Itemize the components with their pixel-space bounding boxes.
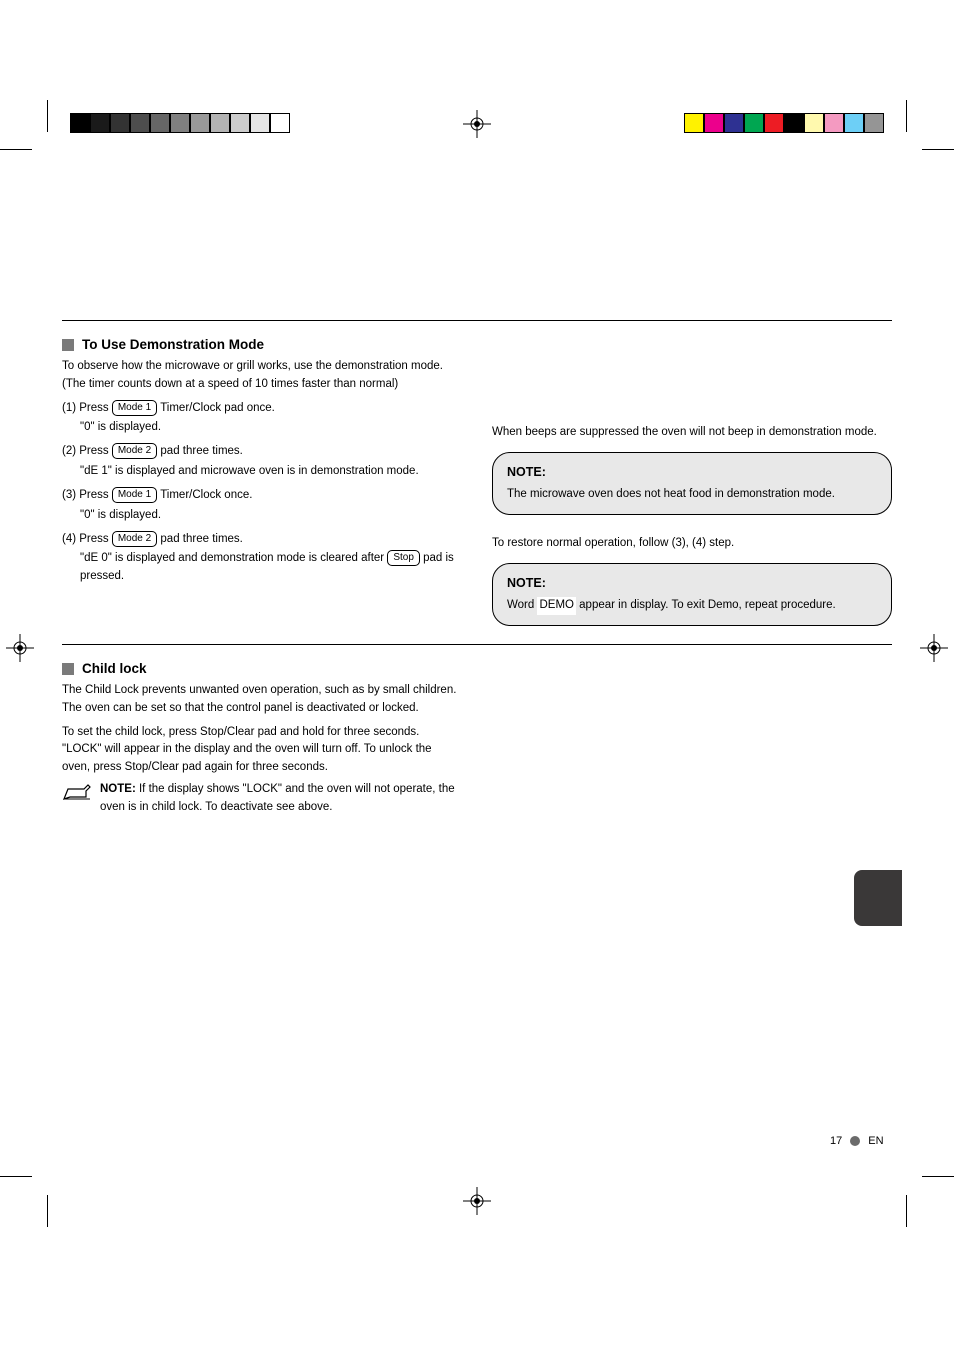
body-text: When beeps are suppressed the oven will … (492, 424, 892, 442)
color-swatches (684, 113, 884, 133)
section-header-childlock: Child lock (62, 661, 892, 676)
swatch (210, 113, 230, 133)
note-title: NOTE: (507, 463, 877, 482)
swatch (844, 113, 864, 133)
body-text: (4) Press (62, 533, 112, 545)
note-line: NOTE: If the display shows "LOCK" and th… (62, 781, 462, 817)
page-number-value: 17 (830, 1135, 842, 1147)
swatch (804, 113, 824, 133)
keycap-stop: Stop (387, 550, 420, 566)
section-rule (62, 320, 892, 321)
swatch (130, 113, 150, 133)
registration-mark-icon (463, 1187, 491, 1215)
section-header-demo: To Use Demonstration Mode (62, 337, 892, 352)
swatch (150, 113, 170, 133)
body-text: "0" is displayed. (62, 507, 462, 525)
registration-mark-icon (6, 634, 34, 662)
swatch (704, 113, 724, 133)
swatch (250, 113, 270, 133)
bullet-square-icon (62, 339, 74, 351)
crop-mark (0, 1176, 32, 1177)
crop-mark (47, 100, 48, 132)
grayscale-swatches (70, 113, 290, 133)
note-text: appear in display. To exit Demo, repeat … (576, 599, 836, 611)
body-text: pad three times. (160, 445, 242, 457)
keycap-mode2: Mode 2 (112, 531, 157, 547)
note-body: Word DEMO appear in display. To exit Dem… (507, 597, 877, 615)
swatch (190, 113, 210, 133)
side-tab (854, 870, 902, 926)
body-text: "dE 1" is displayed and microwave oven i… (62, 463, 462, 481)
crop-mark (47, 1195, 48, 1227)
body-text: Timer/Clock pad once. (160, 402, 275, 414)
swatch (230, 113, 250, 133)
body-text: (3) Press (62, 489, 112, 501)
registration-mark-icon (920, 634, 948, 662)
page-dot-icon (850, 1136, 860, 1146)
note-body: If the display shows "LOCK" and the oven… (100, 783, 455, 813)
section-rule (62, 644, 892, 645)
swatch (764, 113, 784, 133)
swatch (824, 113, 844, 133)
swatch (90, 113, 110, 133)
bullet-square-icon (62, 663, 74, 675)
pencil-note-icon (62, 781, 92, 808)
body-text: To restore normal operation, follow (3),… (492, 535, 892, 553)
note-label: NOTE: (100, 783, 136, 795)
note-box: NOTE: Word DEMO appear in display. To ex… (492, 563, 892, 626)
page-content: To Use Demonstration Mode To observe how… (62, 180, 892, 817)
crop-mark (0, 149, 32, 150)
childlock-left-column: The Child Lock prevents unwanted oven op… (62, 682, 462, 817)
demo-right-column: When beeps are suppressed the oven will … (492, 358, 892, 626)
note-text: NOTE: If the display shows "LOCK" and th… (100, 781, 462, 817)
swatch (784, 113, 804, 133)
body-text: "0" is displayed. (62, 419, 462, 437)
keycap-mode2: Mode 2 (112, 443, 157, 459)
swatch (170, 113, 190, 133)
body-text: To observe how the microwave or grill wo… (62, 358, 462, 394)
childlock-right-column (492, 682, 892, 817)
demo-left-column: To observe how the microwave or grill wo… (62, 358, 462, 626)
keycap-mode1: Mode 1 (112, 487, 157, 503)
note-title: NOTE: (507, 574, 877, 593)
swatch (864, 113, 884, 133)
swatch (744, 113, 764, 133)
crop-mark (906, 100, 907, 132)
body-text: pad three times. (160, 533, 242, 545)
body-text: (1) Press (62, 402, 112, 414)
note-text: Word (507, 599, 537, 611)
swatch (70, 113, 90, 133)
highlighted-word: DEMO (537, 597, 576, 615)
swatch (724, 113, 744, 133)
swatch (684, 113, 704, 133)
crop-mark (906, 1195, 907, 1227)
body-text: Timer/Clock once. (160, 489, 252, 501)
crop-mark (922, 149, 954, 150)
keycap-mode1: Mode 1 (112, 400, 157, 416)
crop-mark (922, 1176, 954, 1177)
swatch (270, 113, 290, 133)
page-number: 17 EN (830, 1135, 884, 1147)
page-lang: EN (868, 1135, 883, 1147)
body-text: To set the child lock, press Stop/Clear … (62, 724, 462, 777)
swatch (110, 113, 130, 133)
note-box: NOTE: The microwave oven does not heat f… (492, 452, 892, 515)
section-title: Child lock (82, 661, 147, 676)
body-text: "dE 0" is displayed and demonstration mo… (80, 552, 387, 564)
section-title: To Use Demonstration Mode (82, 337, 264, 352)
note-body: The microwave oven does not heat food in… (507, 486, 877, 504)
body-text: The Child Lock prevents unwanted oven op… (62, 682, 462, 718)
registration-mark-icon (463, 110, 491, 138)
body-text: (2) Press (62, 445, 112, 457)
